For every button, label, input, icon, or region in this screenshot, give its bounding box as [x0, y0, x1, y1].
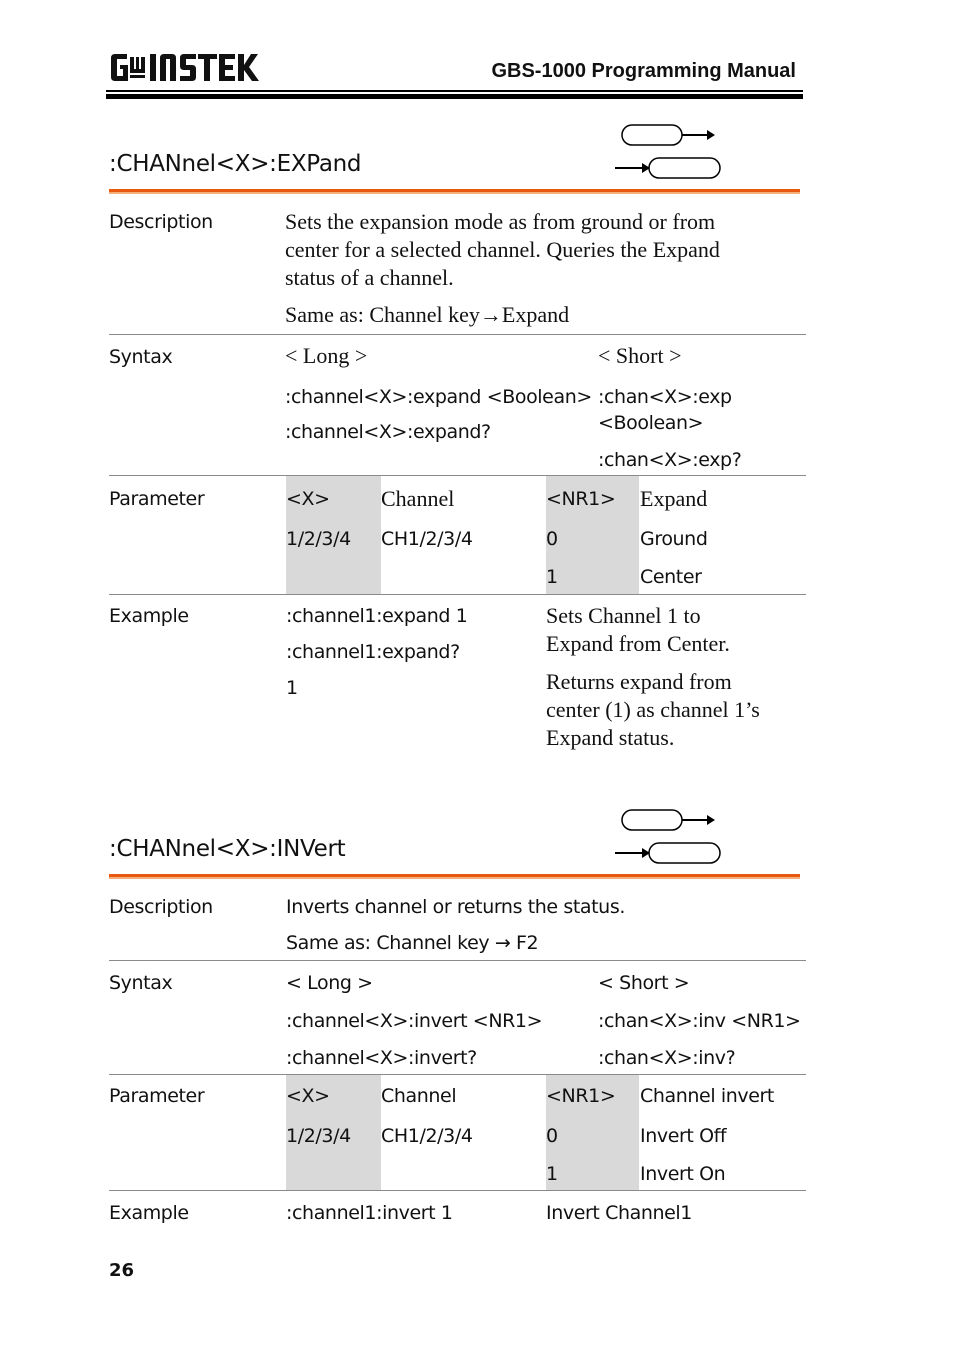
syntax-short-header: < Short > — [598, 343, 682, 368]
param-x-value: 1/2/3/4 — [286, 1125, 351, 1147]
syntax-label: Syntax — [109, 346, 173, 368]
syntax-label: Syntax — [109, 972, 173, 994]
set-query-icon — [615, 124, 721, 179]
header-rule-thick — [106, 94, 803, 99]
section-divider — [109, 874, 800, 879]
description-row: Description Sets the expansion mode as f… — [109, 205, 806, 335]
command-section-invert: :CHANnel<X>:INVert Description Inverts c… — [109, 800, 806, 1240]
param-x-header: <X> — [286, 1085, 330, 1107]
description-text: center for a selected channel. Queries t… — [285, 237, 720, 262]
example-note: Sets Channel 1 to — [546, 603, 701, 628]
command-section-expand: :CHANnel<X>:EXPand Description Sets the … — [109, 115, 806, 765]
param-nr1-value: 0 — [546, 1125, 558, 1147]
parameter-row: Parameter <X> 1/2/3/4 Channel CH1/2/3/4 … — [109, 1075, 806, 1191]
query-command-icon — [615, 157, 721, 179]
param-nr1-header: <NR1> — [546, 488, 616, 510]
same-as-text: Same as: Channel key→Expand — [285, 302, 570, 327]
syntax-short-header: < Short > — [598, 972, 690, 994]
description-label: Description — [109, 896, 213, 918]
param-nr1-value: 0 — [546, 528, 558, 550]
param-channel-value: CH1/2/3/4 — [381, 1125, 473, 1147]
param-invert-header: Channel invert — [640, 1085, 774, 1107]
parameter-label: Parameter — [109, 488, 205, 510]
description-text: Inverts channel or returns the status. — [286, 896, 625, 918]
syntax-short-command: <Boolean> — [598, 412, 704, 434]
parameter-label: Parameter — [109, 1085, 205, 1107]
param-x-header: <X> — [286, 488, 330, 510]
example-note: Invert Channel1 — [546, 1202, 692, 1224]
param-expand-value: Ground — [640, 528, 708, 550]
set-command-icon — [621, 124, 715, 146]
section-divider — [109, 189, 800, 194]
example-command: :channel1:expand? — [286, 641, 460, 663]
param-channel-header: Channel — [381, 486, 455, 511]
param-expand-value: Center — [640, 566, 702, 588]
description-row: Description Inverts channel or returns t… — [109, 890, 806, 961]
command-title: :CHANnel<X>:INVert — [109, 836, 346, 862]
description-text: status of a channel. — [285, 265, 454, 290]
syntax-long-command: :channel<X>:expand? — [285, 421, 491, 443]
example-note: Expand from Center. — [546, 631, 730, 656]
command-title: :CHANnel<X>:EXPand — [109, 151, 362, 177]
param-invert-value: Invert On — [640, 1163, 726, 1185]
header-rule-thin — [106, 90, 803, 92]
syntax-row: Syntax < Long > < Short > :channel<X>:ex… — [109, 335, 806, 476]
gw-instek-logo — [111, 54, 259, 81]
param-invert-value: Invert Off — [640, 1125, 727, 1147]
description-label: Description — [109, 211, 213, 233]
syntax-short-command: :chan<X>:exp — [598, 386, 732, 408]
example-command: :channel1:invert 1 — [286, 1202, 453, 1224]
description-text: Sets the expansion mode as from ground o… — [285, 209, 716, 234]
param-expand-header: Expand — [640, 486, 708, 511]
example-label: Example — [109, 1202, 189, 1224]
example-command: :channel1:expand 1 — [286, 605, 468, 627]
param-nr1-value: 1 — [546, 566, 558, 588]
page-number: 26 — [109, 1260, 135, 1281]
syntax-short-command: :chan<X>:inv? — [598, 1047, 736, 1069]
param-channel-value: CH1/2/3/4 — [381, 528, 473, 550]
example-row: Example :channel1:invert 1 Invert Channe… — [109, 1191, 806, 1236]
set-query-icon — [615, 809, 721, 864]
set-command-icon — [621, 809, 715, 831]
example-note: Expand status. — [546, 725, 675, 750]
syntax-short-command: :chan<X>:inv <NR1> — [598, 1010, 801, 1032]
example-note: Returns expand from — [546, 669, 732, 694]
same-as-text: Same as: Channel key → F2 — [286, 932, 539, 954]
manual-title: GBS-1000 Programming Manual — [491, 60, 796, 82]
syntax-long-command: :channel<X>:expand <Boolean> — [285, 386, 592, 408]
example-response: 1 — [286, 677, 298, 699]
parameter-row: Parameter <X> 1/2/3/4 Channel CH1/2/3/4 … — [109, 476, 806, 595]
param-nr1-value: 1 — [546, 1163, 558, 1185]
example-row: Example :channel1:expand 1 :channel1:exp… — [109, 595, 806, 755]
syntax-long-header: < Long > — [285, 343, 368, 368]
syntax-short-command: :chan<X>:exp? — [598, 449, 742, 471]
syntax-row: Syntax < Long > < Short > :channel<X>:in… — [109, 961, 806, 1075]
syntax-long-header: < Long > — [286, 972, 373, 994]
param-x-value: 1/2/3/4 — [286, 528, 351, 550]
query-command-icon — [615, 842, 721, 864]
param-nr1-header: <NR1> — [546, 1085, 616, 1107]
syntax-long-command: :channel<X>:invert <NR1> — [286, 1010, 543, 1032]
example-label: Example — [109, 605, 189, 627]
param-channel-header: Channel — [381, 1085, 457, 1107]
example-note: center (1) as channel 1’s — [546, 697, 760, 722]
syntax-long-command: :channel<X>:invert? — [286, 1047, 477, 1069]
